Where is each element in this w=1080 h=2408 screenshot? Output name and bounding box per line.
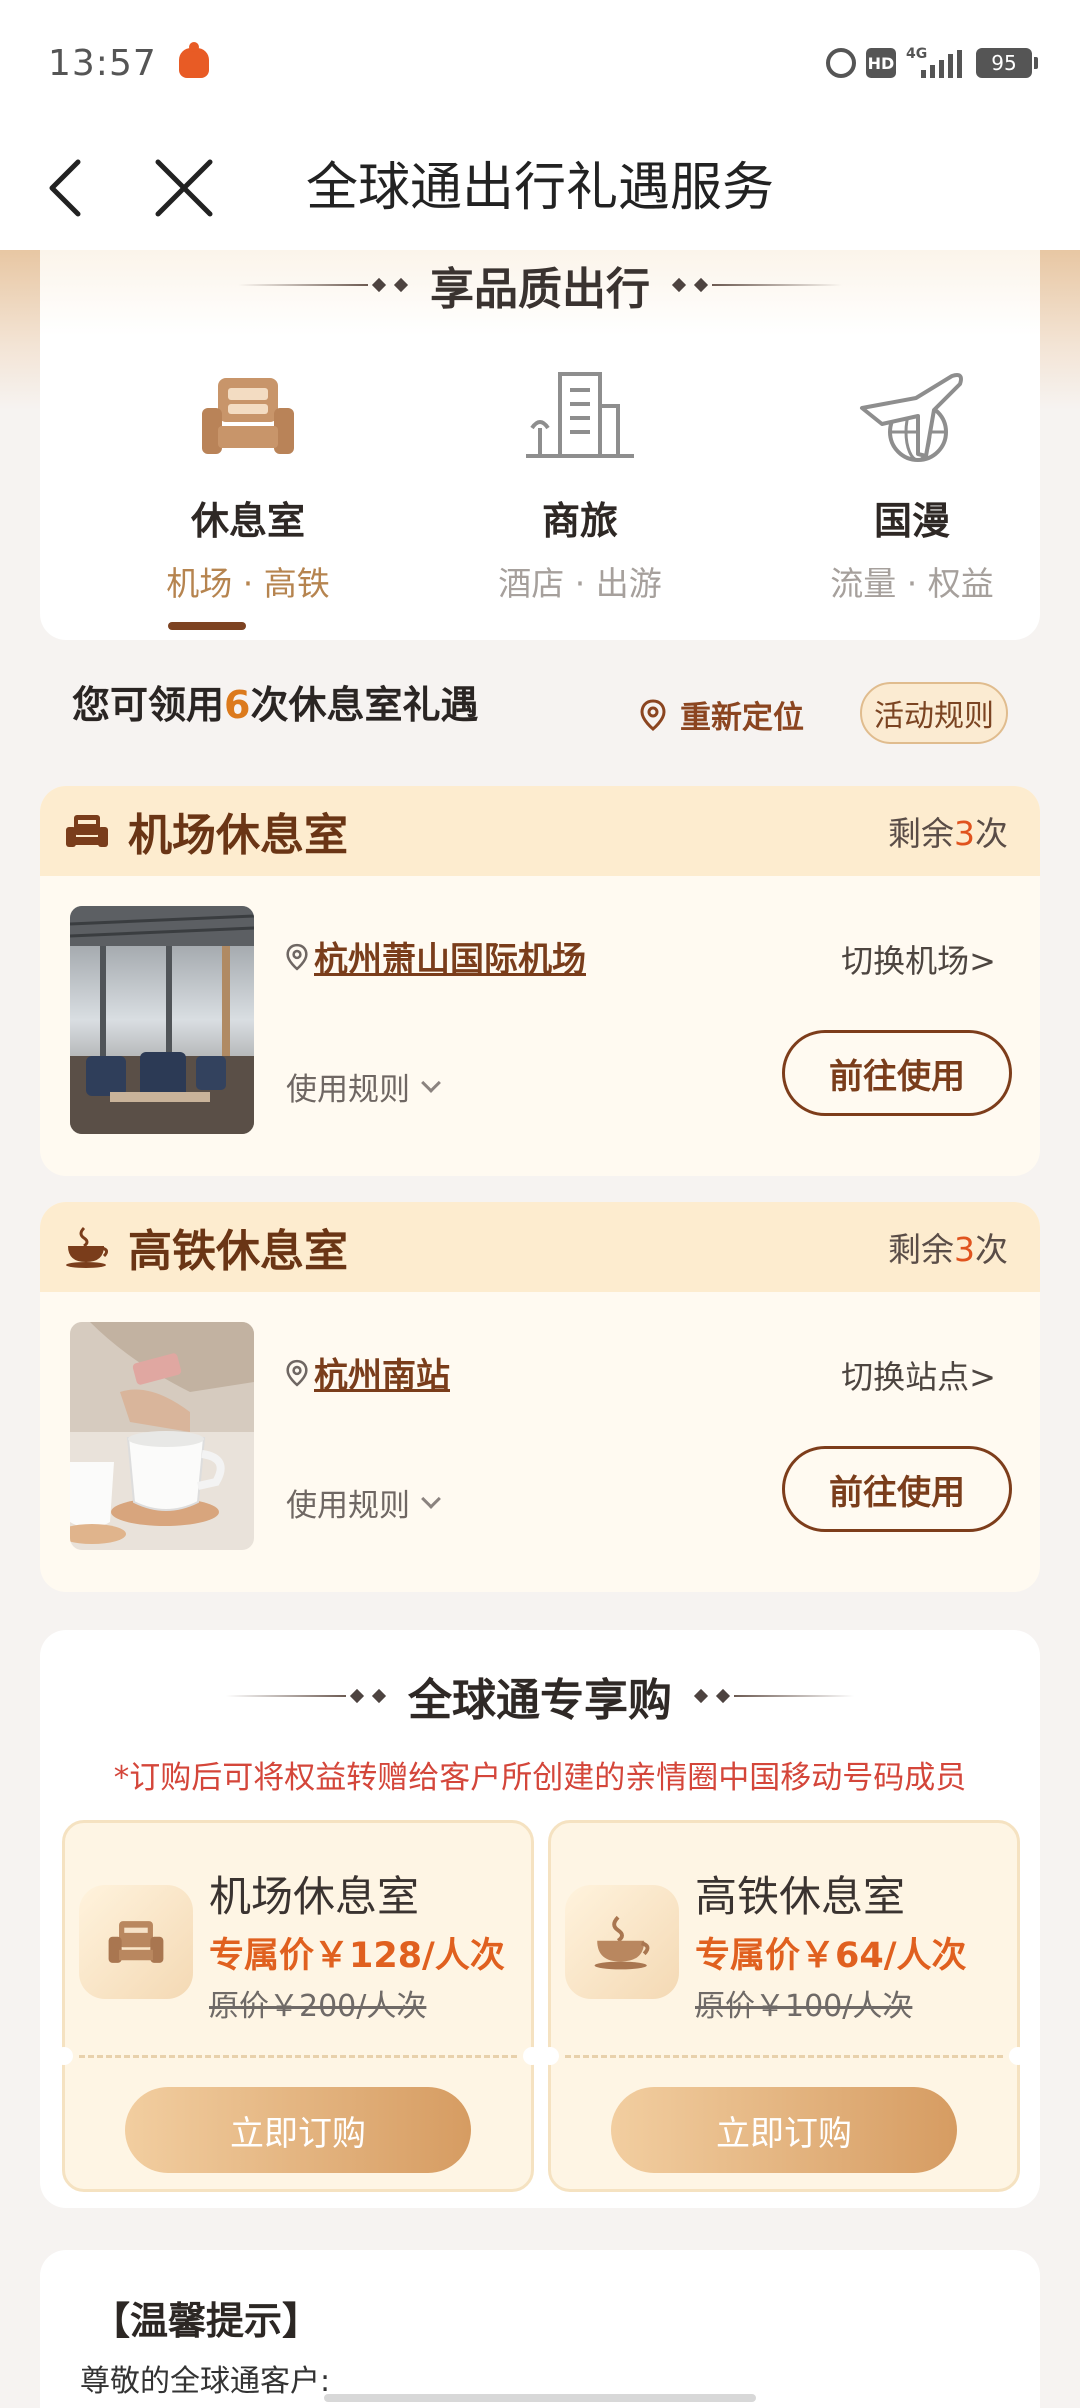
- tab-roaming[interactable]: 国漫 流量 · 权益: [782, 368, 1042, 605]
- rail-lounge-card: 高铁休息室 剩余3次 杭州南站 切换站点> 使用规则 前往使用: [40, 1202, 1040, 1592]
- home-indicator[interactable]: [324, 2394, 756, 2402]
- lounge-sofa-icon: [202, 378, 294, 454]
- active-tab-indicator: [168, 622, 246, 630]
- offer-rail-lounge: 高铁休息室 专属价￥64/人次 原价￥100/人次 立即订购: [541, 1820, 1027, 2192]
- shop-section-title: 全球通专享购: [40, 1664, 1040, 1728]
- benefit-row: 您可领用6次休息室礼遇 重新定位 活动规则: [40, 664, 1040, 764]
- battery-icon: 95: [976, 48, 1038, 78]
- benefit-summary: 您可领用6次休息室礼遇: [72, 674, 478, 729]
- network-type-label: 4G: [906, 46, 928, 62]
- airport-lounge-title: 机场休息室: [128, 810, 348, 861]
- airport-remaining: 剩余3次: [888, 814, 1008, 853]
- status-time: 13:57: [48, 42, 157, 84]
- rail-go-use-button[interactable]: 前往使用: [782, 1446, 1012, 1532]
- switch-airport-link[interactable]: 切换机场>: [841, 936, 996, 982]
- location-pin-icon: [286, 943, 308, 970]
- airport-location-name: 杭州萧山国际机场: [314, 940, 586, 980]
- offer-rail-price: 专属价￥64/人次: [695, 1936, 967, 1976]
- exclusive-purchase-card: 全球通专享购 *订购后可将权益转赠给客户所创建的亲情圈中国移动号码成员 机场休息…: [40, 1630, 1040, 2208]
- offer-airport-original-price: 原价￥200/人次: [209, 1989, 427, 2024]
- offer-rail-icon-tile: [565, 1885, 679, 1999]
- close-icon[interactable]: [152, 156, 216, 220]
- lounge-sofa-icon: [108, 1921, 164, 1963]
- airport-lounge-card: 机场休息室 剩余3次 杭州萧山国际机场 切换机场> 使用规则 前往使用: [40, 786, 1040, 1176]
- tab-roaming-sub: 流量 · 权益: [830, 564, 994, 603]
- signal-icon: 4G: [906, 46, 966, 78]
- activity-rules-button[interactable]: 活动规则: [860, 682, 1008, 744]
- tab-business-travel-sub: 酒店 · 出游: [498, 564, 662, 603]
- alarm-icon: [826, 48, 856, 78]
- airport-remaining-count: 3: [954, 814, 975, 853]
- coffee-cup-icon: [594, 1915, 650, 1970]
- nav-bar: 全球通出行礼遇服务: [0, 126, 1080, 250]
- city-building-icon: [526, 372, 634, 458]
- tab-lounge-label: 休息室: [190, 499, 305, 543]
- location-pin-icon: [640, 698, 666, 731]
- tips-greeting: 尊敬的全球通客户:: [80, 2364, 331, 2399]
- chevron-down-icon: [421, 1072, 441, 1093]
- relocate-button[interactable]: 重新定位: [640, 692, 804, 737]
- tips-card: 【温馨提示】 尊敬的全球通客户:: [40, 2250, 1040, 2408]
- lounge-sofa-icon: [66, 815, 108, 847]
- benefit-prefix: 您可领用: [72, 683, 225, 727]
- switch-station-link[interactable]: 切换站点>: [841, 1352, 996, 1398]
- airport-lounge-header: 机场休息室 剩余3次: [40, 786, 1040, 876]
- coffee-cup-icon: [66, 1226, 109, 1268]
- service-selector: 享品质出行 休息室 机场 · 高铁 商旅 酒店 · 出游 国漫 流量 · 权益: [40, 250, 1040, 640]
- rail-remaining: 剩余3次: [888, 1230, 1008, 1269]
- benefit-suffix: 次休息室礼遇: [250, 683, 479, 727]
- shop-title-text: 全球通专享购: [408, 1675, 672, 1726]
- page-title: 全球通出行礼遇服务: [306, 158, 775, 218]
- offer-airport-price: 专属价￥128/人次: [209, 1936, 505, 1976]
- tips-title: 【温馨提示】: [92, 2299, 321, 2343]
- offer-airport-name: 机场休息室: [209, 1872, 420, 1921]
- plane-globe-icon: [860, 373, 963, 462]
- rail-lounge-photo: [70, 1322, 254, 1550]
- benefit-count: 6: [224, 683, 251, 727]
- tab-business-travel[interactable]: 商旅 酒店 · 出游: [450, 368, 710, 605]
- tab-business-travel-label: 商旅: [541, 499, 618, 543]
- service-title-text: 享品质出行: [430, 264, 650, 315]
- app-notification-icon: [178, 42, 209, 78]
- shop-note: *订购后可将权益转赠给客户所创建的亲情圈中国移动号码成员: [113, 1760, 967, 1796]
- tab-lounge[interactable]: 休息室 机场 · 高铁: [118, 368, 378, 605]
- buy-airport-lounge-button[interactable]: 立即订购: [125, 2087, 471, 2173]
- relocate-label: 重新定位: [680, 700, 804, 736]
- rail-remaining-count: 3: [954, 1230, 975, 1269]
- offer-airport-lounge: 机场休息室 专属价￥128/人次 原价￥200/人次 立即订购: [55, 1820, 541, 2192]
- offer-airport-icon-tile: [79, 1885, 193, 1999]
- offer-rail-name: 高铁休息室: [695, 1872, 906, 1921]
- rail-lounge-title: 高铁休息室: [128, 1226, 348, 1277]
- location-pin-icon: [286, 1359, 308, 1386]
- status-icons: HD 4G 95: [826, 46, 1038, 78]
- chevron-down-icon: [421, 1488, 441, 1509]
- rail-usage-rules[interactable]: 使用规则: [286, 1480, 441, 1525]
- service-section-title: 享品质出行: [40, 250, 1040, 320]
- rail-location[interactable]: 杭州南站: [286, 1348, 450, 1397]
- airport-lounge-photo: [70, 906, 254, 1134]
- airport-usage-rules[interactable]: 使用规则: [286, 1064, 441, 1109]
- airport-go-use-button[interactable]: 前往使用: [782, 1030, 1012, 1116]
- offer-rail-original-price: 原价￥100/人次: [695, 1989, 913, 2024]
- status-bar: 13:57 HD 4G 95: [0, 0, 1080, 126]
- airport-location[interactable]: 杭州萧山国际机场: [286, 932, 586, 981]
- buy-rail-lounge-button[interactable]: 立即订购: [611, 2087, 957, 2173]
- tab-lounge-sub: 机场 · 高铁: [166, 564, 330, 603]
- rail-location-name: 杭州南站: [314, 1356, 450, 1396]
- hd-icon: HD: [866, 48, 896, 78]
- back-arrow-icon[interactable]: [38, 156, 102, 220]
- rail-lounge-header: 高铁休息室 剩余3次: [40, 1202, 1040, 1292]
- tab-roaming-label: 国漫: [873, 499, 950, 543]
